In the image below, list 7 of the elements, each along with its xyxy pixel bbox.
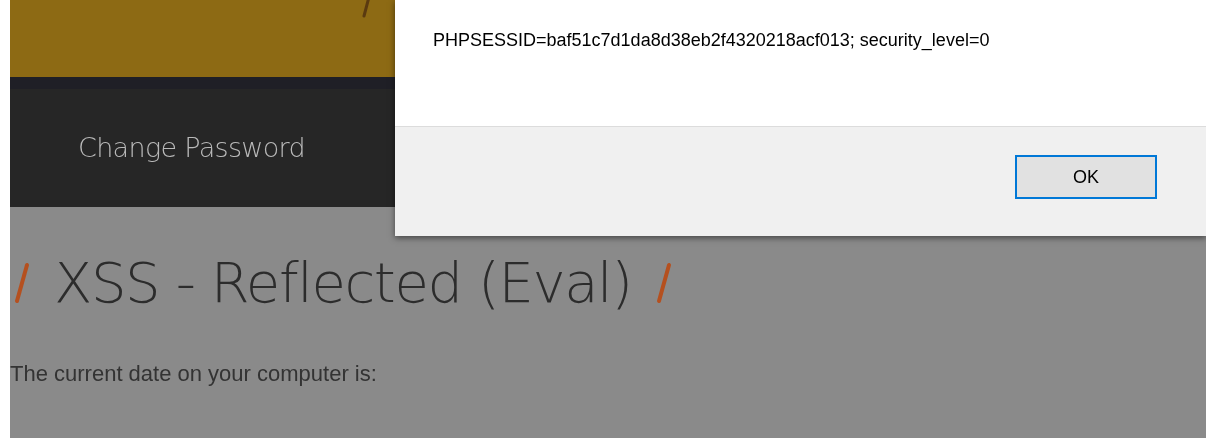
ok-button[interactable]: OK bbox=[1015, 155, 1157, 199]
nav-link[interactable]: Change Password bbox=[78, 127, 305, 169]
date-text: The current date on your computer is: bbox=[10, 360, 378, 388]
dialog-message: PHPSESSID=baf51c7d1da8d38eb2f4320218acf013; security_level=0 bbox=[433, 30, 990, 50]
page-heading: XSS - Reflected (Eval) bbox=[54, 249, 632, 317]
slash-icon bbox=[12, 261, 32, 305]
slash-icon bbox=[361, 0, 371, 18]
